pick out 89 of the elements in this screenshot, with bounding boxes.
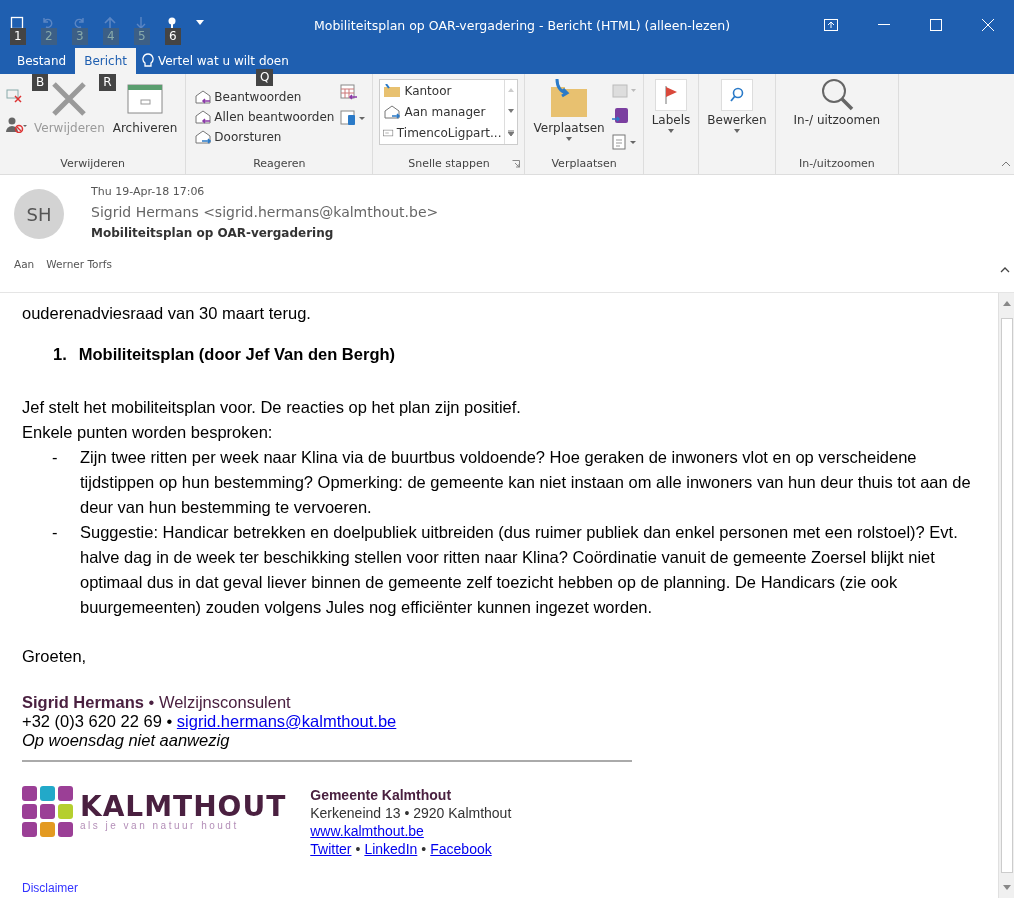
- keytip: 4: [103, 28, 119, 45]
- zoom-button[interactable]: In-/ uitzoomen: [781, 77, 893, 157]
- collapse-ribbon-icon[interactable]: [1002, 161, 1010, 166]
- save-icon[interactable]: [10, 16, 24, 30]
- keytip: B: [32, 74, 49, 91]
- signature-note: Op woensdag niet aanwezig: [22, 731, 231, 750]
- keytip: R: [99, 74, 116, 91]
- keytip: 5: [134, 28, 150, 45]
- email-link[interactable]: sigrid.hermans@kalmthout.be: [176, 712, 397, 730]
- body-text: ouderenadviesraad van 30 maart terug.: [22, 303, 312, 324]
- group-label: In-/uitzoomen: [798, 157, 875, 172]
- logo-icon: [22, 786, 74, 838]
- quick-step-item[interactable]: TimencoLigpart...: [380, 122, 505, 143]
- ribbon-tab[interactable]: Bericht: [75, 48, 136, 74]
- scroll-down-icon[interactable]: [1002, 885, 1011, 890]
- keytip: 6: [165, 28, 181, 45]
- ribbon-display-icon[interactable]: [824, 19, 838, 31]
- reply-button[interactable]: Beantwoorden: [192, 87, 337, 107]
- group-label: Verwijderen: [60, 157, 126, 172]
- closing-text: Groeten,: [22, 646, 88, 667]
- maximize-icon[interactable]: [930, 19, 942, 31]
- avatar: SH: [14, 189, 64, 239]
- logo-name: KALMTHOUT: [80, 793, 287, 821]
- minimize-icon[interactable]: [878, 24, 890, 26]
- folder-icon: [383, 83, 402, 98]
- list-number: 1.: [53, 344, 67, 365]
- quick-step-item[interactable]: Aan manager: [380, 101, 505, 122]
- group-label: Verplaatsen: [551, 157, 617, 172]
- collapse-header-icon[interactable]: [1000, 267, 1010, 273]
- close-icon[interactable]: [982, 19, 994, 31]
- keytip: 1: [10, 28, 26, 45]
- flag-icon: [663, 85, 679, 105]
- reply-all-button[interactable]: Allen beantwoorden: [192, 107, 337, 127]
- window-title: Mobiliteitsplan op OAR-vergadering - Bericht (HTML) (alleen-lezen): [313, 17, 732, 33]
- body-text: Enkele punten worden besproken:: [22, 422, 274, 443]
- reply-icon: [194, 109, 213, 125]
- bullet-marker: -: [52, 522, 59, 543]
- disclaimer-link[interactable]: Disclaimer: [22, 876, 978, 898]
- scrollbar-thumb[interactable]: [1000, 318, 1013, 873]
- social-link[interactable]: Twitter: [310, 840, 352, 858]
- lightbulb-icon: [141, 53, 154, 69]
- reply-icon: [194, 89, 213, 105]
- keytip: 2: [41, 28, 57, 45]
- block-sender-icon[interactable]: [6, 117, 28, 133]
- onenote-icon[interactable]: [610, 107, 629, 125]
- bullet-marker: -: [52, 447, 59, 468]
- dialog-launcher-icon[interactable]: [512, 160, 521, 168]
- bullet-text: Zijn twee ritten per week naar Klina via de buurtbus voldoende? Hoe geraken de inwoners vlot en op verscheidene tijdstippen op hun bestemming? Opmerking: de gemeente kan niet instaan om alle inwoners van hun deur thuis tot aan de deur van hun bestemming te vervoeren.: [80, 447, 972, 518]
- social-link[interactable]: LinkedIn: [364, 840, 418, 858]
- caret-icon: [733, 129, 740, 133]
- to-label: Aan: [14, 258, 35, 270]
- recipient: Werner Torfs: [46, 258, 112, 270]
- message-subject: Mobiliteitsplan op OAR-vergadering: [91, 226, 335, 240]
- separator-dot: •: [355, 840, 361, 858]
- social-link[interactable]: Facebook: [430, 840, 492, 858]
- keytip: 3: [72, 28, 88, 45]
- forward-button[interactable]: Doorsturen: [192, 127, 337, 147]
- address: Kerkeneind 13 • 2920 Kalmthout: [310, 804, 512, 822]
- forward-icon: [383, 104, 402, 119]
- dropdown-caret-icon[interactable]: [196, 20, 204, 25]
- website-link[interactable]: www.kalmthout.be: [310, 823, 424, 839]
- body-text: Jef stelt het mobiliteitsplan voor. De reacties op het plan zijn positief.: [22, 397, 522, 418]
- edit-button[interactable]: Bewerken: [705, 77, 769, 174]
- forward-icon: [194, 129, 213, 145]
- organisation-name: Gemeente Kalmthout: [310, 786, 453, 804]
- keytip: Q: [255, 69, 274, 86]
- phone-number: +32 (0)3 620 22 69 •: [22, 712, 173, 730]
- bullet-text: Suggestie: Handicar betrekken en doelpubliek uitbreiden (dus ruimer publiek dan enkel personen met een rolstoel)? Evt. halve dag in de week ter beschikking stellen voor ritten naar Klina? Coördinatie vanuit de gemeente Zoersel blijkt niet optimaal dus in dat geval liever binnen de gemeente zelf toezicht hebben op de planning. De Handicars (zie ook buurgemeenten) zouden volgens Jules nog efficiënter kunnen ingezet worden.: [80, 522, 959, 618]
- scroll-up-icon[interactable]: [1002, 301, 1011, 306]
- separator-dot: •: [421, 840, 427, 858]
- group-label: Reageren: [253, 157, 306, 172]
- move-button[interactable]: Verplaatsen: [531, 77, 607, 157]
- section-heading: Mobiliteitsplan (door Jef Van den Bergh): [78, 344, 396, 365]
- labels-button[interactable]: Labels: [649, 77, 693, 174]
- ribbon-tab[interactable]: Bestand: [8, 48, 76, 74]
- group-label: Snelle stappen: [408, 157, 490, 172]
- calendar-reply-icon[interactable]: [340, 83, 359, 101]
- sender: Sigrid Hermans <sigrid.hermans@kalmthout.be>: [91, 204, 439, 220]
- signature-name: Sigrid Hermans • Welzijnsconsulent: [22, 693, 292, 712]
- caret-icon: [668, 129, 674, 133]
- expand-gallery-icon[interactable]: [508, 129, 515, 136]
- quick-step-item[interactable]: Kantoor: [380, 80, 505, 101]
- logo-tagline: als je van natuur houdt: [80, 821, 240, 831]
- search-icon: [728, 87, 745, 103]
- ignore-icon[interactable]: [6, 87, 22, 103]
- caret-icon: [566, 137, 573, 141]
- scroll-down-icon[interactable]: [508, 109, 515, 113]
- message-date: Thu 19-Apr-18 17:06: [91, 185, 206, 198]
- magnifier-icon: [819, 77, 854, 111]
